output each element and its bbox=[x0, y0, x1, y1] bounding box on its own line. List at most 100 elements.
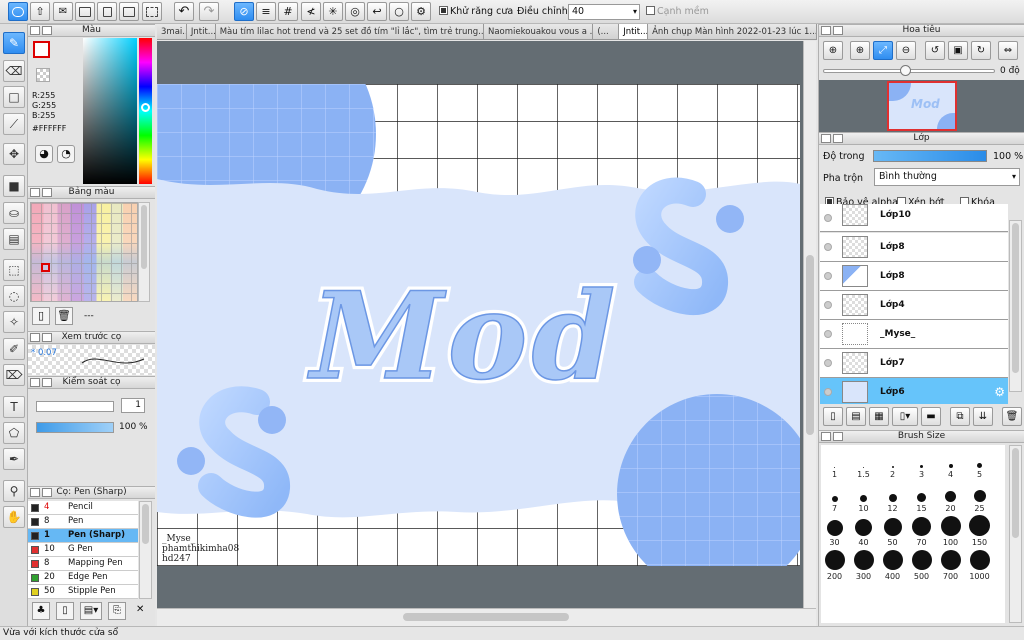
hue-slider-handle[interactable] bbox=[141, 103, 150, 112]
folder-icon[interactable]: ▬ bbox=[921, 407, 941, 426]
radial-icon[interactable]: ✳ bbox=[323, 2, 343, 21]
brush-opacity-slider[interactable] bbox=[36, 422, 114, 433]
brush-size-input[interactable]: 1 bbox=[121, 398, 145, 413]
brush-size-option[interactable]: 1000 bbox=[965, 548, 994, 581]
redo-icon[interactable]: ↷ bbox=[199, 2, 219, 21]
select-pen-tool-icon[interactable]: ✐ bbox=[3, 338, 25, 360]
panel-float-icon[interactable] bbox=[42, 333, 52, 342]
curve-icon[interactable]: ↩ bbox=[367, 2, 387, 21]
pen-tool-icon[interactable]: ✎ bbox=[3, 32, 25, 54]
layer-row[interactable]: Lớp8 bbox=[820, 262, 1008, 291]
panel-minimize-icon[interactable] bbox=[30, 333, 40, 342]
bucket-tool-icon[interactable]: ⛀ bbox=[3, 202, 25, 224]
layer-blend-select[interactable]: Bình thường ▾ bbox=[874, 168, 1020, 186]
upload-icon[interactable]: ⇧ bbox=[30, 2, 50, 21]
brush-size-option[interactable]: 3 bbox=[907, 446, 936, 479]
panel-float-icon[interactable] bbox=[42, 26, 52, 35]
panel-minimize-icon[interactable] bbox=[30, 378, 40, 387]
brush-size-option[interactable]: 15 bbox=[907, 480, 936, 513]
new-layer-icon[interactable]: ▯ bbox=[823, 407, 843, 426]
merge-layer-icon[interactable]: ⇊ bbox=[973, 407, 993, 426]
visibility-icon[interactable] bbox=[824, 388, 832, 396]
undo-icon[interactable]: ↶ bbox=[174, 2, 194, 21]
reset-view-icon[interactable]: ▣ bbox=[948, 41, 968, 60]
cloud-icon[interactable] bbox=[8, 2, 28, 21]
tab-document[interactable]: Ảnh chụp Màn hình 2022-01-23 lúc 1... bbox=[648, 24, 817, 39]
adjust-select[interactable]: 40 ▾ bbox=[568, 4, 640, 20]
brush-add-icon[interactable]: ▤▾ bbox=[80, 602, 102, 620]
fill-rect-tool-icon[interactable]: ■ bbox=[3, 175, 25, 197]
gradient-tool-icon[interactable]: ▤ bbox=[3, 228, 25, 250]
brush-size-option[interactable]: 1.5 bbox=[849, 446, 878, 479]
brush-size-option[interactable]: 300 bbox=[849, 548, 878, 581]
flip-icon[interactable]: ⇔ bbox=[998, 41, 1018, 60]
circle-icon[interactable]: ○ bbox=[389, 2, 409, 21]
layer-row[interactable]: Lớp7 bbox=[820, 349, 1008, 378]
select-rect-tool-icon[interactable]: ⬚ bbox=[3, 259, 25, 281]
layer-row[interactable]: Lớp10 bbox=[820, 204, 1008, 232]
panel-minimize-icon[interactable] bbox=[30, 188, 40, 197]
magic-wand-tool-icon[interactable]: ✧ bbox=[3, 311, 25, 333]
grid-fill-icon[interactable]: # bbox=[278, 2, 298, 21]
tab-document[interactable]: 3mai... bbox=[157, 24, 187, 39]
artwork-canvas[interactable]: Mod Mod _Myse_ phamthikimha08 hd247 bbox=[157, 84, 800, 566]
visibility-icon[interactable] bbox=[824, 272, 832, 280]
palette-edit-icon[interactable]: ◔ bbox=[57, 145, 75, 163]
color-saturation-picker[interactable] bbox=[83, 38, 137, 184]
duplicate-layer-icon[interactable]: ⧉ bbox=[950, 407, 970, 426]
chat-icon[interactable]: ✉ bbox=[53, 2, 73, 21]
eyedropper-tool-icon[interactable]: ⚲ bbox=[3, 480, 25, 502]
brush-item[interactable]: 20 Edge Pen bbox=[28, 571, 138, 585]
navigator-preview[interactable]: Mod bbox=[819, 80, 1024, 132]
rotate-right-icon[interactable]: ↻ bbox=[971, 41, 991, 60]
layer-row[interactable]: Lớp8 bbox=[820, 233, 1008, 262]
trash-icon[interactable]: 🗑 bbox=[1002, 407, 1022, 426]
gear-icon[interactable]: ⚙ bbox=[994, 385, 1005, 399]
visibility-icon[interactable] bbox=[824, 214, 832, 222]
lines-icon[interactable]: ≡ bbox=[256, 2, 276, 21]
visibility-icon[interactable] bbox=[824, 359, 832, 367]
layer-list-scrollbar[interactable] bbox=[1009, 220, 1022, 392]
tab-document[interactable]: Jntit... bbox=[186, 24, 216, 39]
tab-document[interactable]: Màu tím lilac hot trend và 25 set đồ tím… bbox=[215, 24, 484, 39]
hand-tool-icon[interactable]: ✋ bbox=[3, 506, 25, 528]
palette-swatches[interactable] bbox=[30, 202, 138, 302]
visibility-icon[interactable] bbox=[824, 330, 832, 338]
brush-size-option[interactable]: 30 bbox=[820, 514, 849, 547]
settings-icon[interactable]: ⚙ bbox=[411, 2, 431, 21]
zoom-out-icon[interactable]: ⊖ bbox=[896, 41, 916, 60]
brush-size-option[interactable]: 100 bbox=[936, 514, 965, 547]
new-vector-layer-icon[interactable]: ▤ bbox=[846, 407, 866, 426]
panel-float-icon[interactable] bbox=[833, 134, 843, 143]
grid-icon[interactable] bbox=[142, 2, 162, 21]
layer-opacity-slider[interactable] bbox=[873, 150, 987, 162]
visibility-icon[interactable] bbox=[824, 243, 832, 251]
brush-size-option[interactable]: 2 bbox=[878, 446, 907, 479]
layer-row-selected[interactable]: Lớp6 ⚙ bbox=[820, 378, 1008, 407]
brush-item-selected[interactable]: 1Pen (Sharp)⚙ bbox=[28, 529, 150, 543]
rectangle-tool-icon[interactable]: □ bbox=[3, 86, 25, 108]
eraser-tool-icon[interactable]: ⌫ bbox=[3, 60, 25, 82]
visibility-icon[interactable] bbox=[824, 301, 832, 309]
zoom-in-icon[interactable]: ⊕ bbox=[850, 41, 870, 60]
brush-item[interactable]: 50 Stipple Pen bbox=[28, 585, 138, 599]
document-icon[interactable] bbox=[75, 2, 95, 21]
dropper-tool-icon[interactable]: ✒ bbox=[3, 448, 25, 470]
palette-scrollbar[interactable] bbox=[138, 202, 150, 302]
panel-float-icon[interactable] bbox=[42, 378, 52, 387]
panel-float-icon[interactable] bbox=[42, 188, 52, 197]
panel-float-icon[interactable] bbox=[833, 432, 843, 441]
tab-document[interactable]: Naomiekouakou vous a ... bbox=[483, 24, 594, 39]
brush-file-icon[interactable]: ⎘ bbox=[108, 602, 126, 620]
brush-item[interactable]: 10 G Pen bbox=[28, 543, 138, 557]
rotation-slider-handle[interactable] bbox=[900, 65, 911, 76]
horizontal-scrollbar[interactable] bbox=[157, 608, 816, 626]
palette-selected-swatch[interactable] bbox=[41, 263, 50, 272]
concentric-icon[interactable]: ◎ bbox=[345, 2, 365, 21]
text-tool-icon[interactable]: T bbox=[3, 396, 25, 418]
transparent-color-swatch[interactable] bbox=[36, 68, 50, 82]
palette-delete-icon[interactable]: 🗑 bbox=[55, 307, 73, 325]
lasso-tool-icon[interactable]: ◌ bbox=[3, 285, 25, 307]
brush-size-option[interactable]: 4 bbox=[936, 446, 965, 479]
panel-minimize-icon[interactable] bbox=[821, 432, 831, 441]
